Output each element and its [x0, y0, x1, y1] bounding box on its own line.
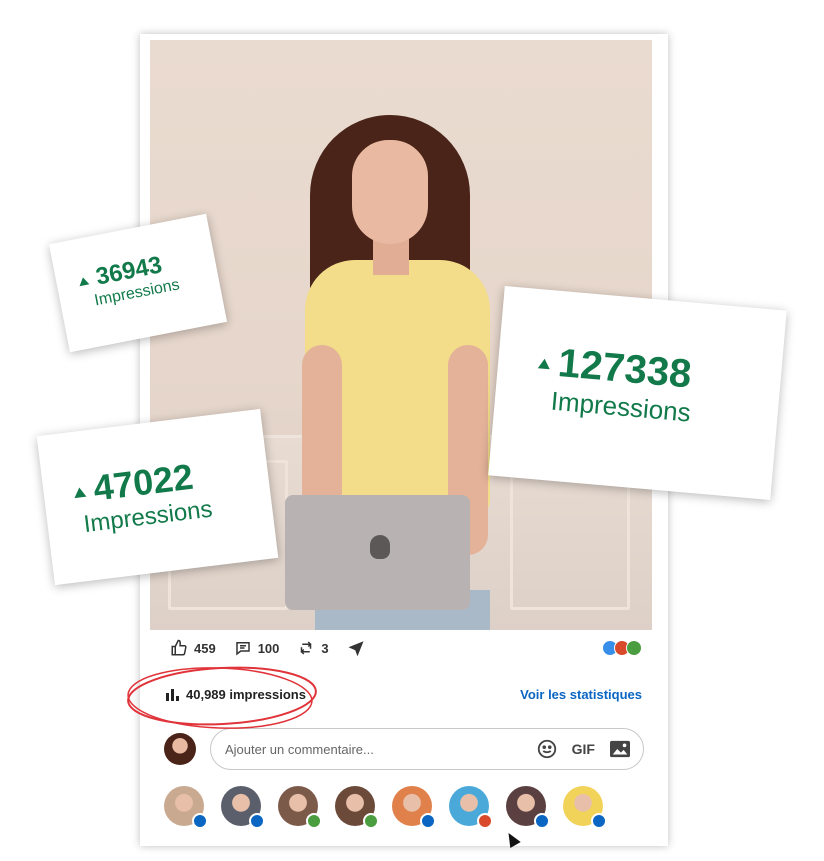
like-icon	[534, 813, 550, 829]
impressions-card-3: 47022 Impressions	[36, 408, 279, 586]
comment-action[interactable]: 100	[234, 639, 280, 657]
like-icon	[591, 813, 607, 829]
support-icon	[626, 640, 642, 656]
face	[352, 140, 428, 244]
commenter-avatar[interactable]	[506, 786, 550, 829]
send-icon	[348, 641, 364, 657]
impressions-text: 40,989 impressions	[186, 686, 306, 702]
commenter-avatar[interactable]	[392, 786, 436, 829]
comment-composer: GIF	[164, 728, 644, 770]
image-icon[interactable]	[609, 739, 631, 759]
avatar[interactable]	[164, 733, 196, 765]
impressions-card-2: 127338 Impressions	[488, 286, 787, 500]
comment-icon	[235, 642, 250, 656]
canvas: 459 100 3 40,989 impressions Voir les st…	[0, 0, 824, 861]
love-icon	[477, 813, 493, 829]
impressions-count[interactable]: 40,989 impressions	[166, 687, 306, 702]
view-stats-link[interactable]: Voir les statistiques	[520, 687, 642, 702]
like-icon	[192, 813, 208, 829]
commenter-avatar[interactable]	[335, 786, 379, 829]
commenter-avatars	[164, 786, 620, 829]
repost-action[interactable]: 3	[297, 639, 329, 657]
comments-count: 100	[257, 640, 280, 656]
reposts-count: 3	[321, 640, 329, 656]
like-action[interactable]: 459	[170, 639, 216, 657]
send-action[interactable]	[347, 639, 371, 657]
up-arrow-icon	[537, 358, 551, 370]
commenter-avatar[interactable]	[449, 786, 493, 829]
up-arrow-icon	[77, 276, 90, 286]
commenter-avatar[interactable]	[563, 786, 607, 829]
thumbs-up-icon	[171, 639, 187, 656]
up-arrow-icon	[73, 487, 87, 499]
comment-box: GIF	[210, 728, 644, 770]
reaction-summary[interactable]	[602, 640, 642, 656]
insightful-icon	[306, 813, 322, 829]
insightful-icon	[363, 813, 379, 829]
emoji-icon[interactable]	[536, 738, 558, 760]
impressions-row: 40,989 impressions Voir les statistiques	[166, 684, 642, 704]
gif-button[interactable]: GIF	[572, 741, 595, 757]
likes-count: 459	[194, 640, 216, 656]
apple-logo-icon	[370, 535, 390, 559]
commenter-avatar[interactable]	[278, 786, 322, 829]
commenter-avatar[interactable]	[221, 786, 265, 829]
social-actions-bar: 459 100 3	[170, 637, 389, 659]
like-icon	[420, 813, 436, 829]
like-icon	[249, 813, 265, 829]
comment-input[interactable]	[225, 741, 522, 757]
person-figure	[270, 110, 530, 630]
commenter-avatar[interactable]	[164, 786, 208, 829]
repost-icon	[300, 641, 312, 655]
bar-chart-icon	[166, 689, 179, 701]
